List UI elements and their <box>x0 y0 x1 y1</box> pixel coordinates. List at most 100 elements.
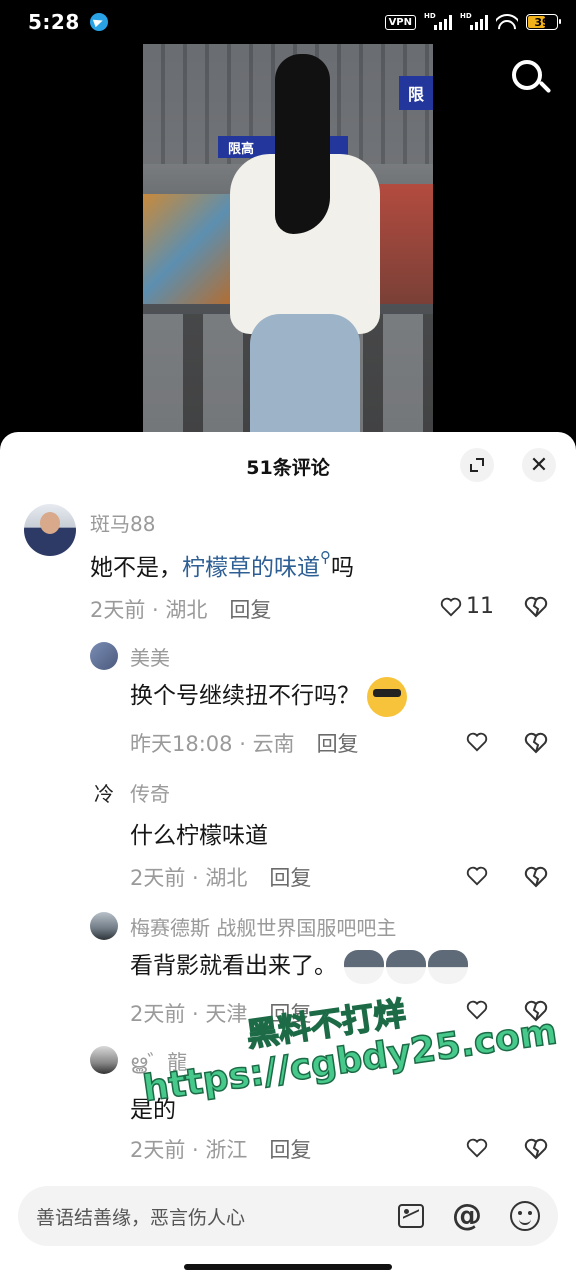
video-player[interactable]: 限高 限 <box>0 44 576 444</box>
comment-time: 2天前 <box>130 1002 186 1026</box>
comment-time: 2天前 <box>90 598 146 622</box>
heart-icon <box>466 1000 488 1020</box>
emoji-icon[interactable] <box>510 1201 540 1231</box>
status-indicators: VPN HD HD 39 <box>384 12 561 30</box>
keyword-search-icon: ⚲ <box>320 548 331 566</box>
husky-emoji-icon <box>386 949 427 984</box>
vpn-badge: VPN <box>384 14 416 30</box>
video-wall-left <box>143 194 233 304</box>
avatar[interactable] <box>90 912 118 940</box>
comment-text-suffix: 吗 <box>331 555 354 581</box>
comment-meta: 2天前 · 湖北 回复 <box>130 866 312 890</box>
comment-text: 她不是，柠檬草的味道⚲吗 <box>90 548 354 582</box>
comment-meta: 2天前 · 天津 回复 <box>130 1002 312 1026</box>
reply-item: 美美 换个号继续扭不行吗？ 昨天18:08 · 云南 回复 <box>0 640 576 770</box>
video-person <box>225 54 385 434</box>
heart-icon <box>466 866 488 886</box>
comment-location: 湖北 <box>205 866 248 890</box>
status-bar: 5:28 VPN HD HD 39 <box>0 0 576 44</box>
comment-location: 湖北 <box>165 598 208 622</box>
comment-input[interactable]: 善语结善缘，恶言伤人心 <box>36 1203 370 1230</box>
sheet-header: 51条评论 ✕ <box>0 432 576 500</box>
reply-button[interactable]: 回复 <box>229 598 271 622</box>
comment-username[interactable]: 传奇 <box>130 778 170 807</box>
close-button[interactable]: ✕ <box>522 448 556 482</box>
like-count: 11 <box>466 594 494 619</box>
comment-username[interactable]: 梅赛德斯 战舰世界国服吧吧主 <box>130 912 396 941</box>
reply-button[interactable]: 回复 <box>269 866 311 890</box>
comment-text-prefix: 她不是， <box>90 555 182 581</box>
reply-text: 换个号继续扭不行吗？ <box>130 683 360 709</box>
heart-icon <box>466 732 488 752</box>
dislike-icon[interactable] <box>524 1138 548 1160</box>
status-time: 5:28 <box>28 10 80 34</box>
expand-button[interactable] <box>460 448 494 482</box>
battery-level: 39 <box>534 15 550 29</box>
keyword-link-text: 柠檬草的味道 <box>182 555 320 581</box>
comment-location: 天津 <box>205 1002 248 1026</box>
video-sign-2: 限 <box>399 76 433 110</box>
comment-list[interactable]: 斑马88 她不是，柠檬草的味道⚲吗 2天前 · 湖北 回复 11 美美 换个号继… <box>0 500 576 1180</box>
comment-text: 什么柠檬味道 <box>130 823 268 849</box>
wifi-icon <box>496 14 518 30</box>
comment-time: 2天前 <box>130 1138 186 1162</box>
dislike-icon[interactable] <box>524 732 548 754</box>
comment-location: 浙江 <box>205 1138 248 1162</box>
battery-icon: 39 <box>526 14 561 30</box>
like-button[interactable] <box>466 732 488 752</box>
comment-text: 换个号继续扭不行吗？ <box>130 676 408 717</box>
hd-label-2: HD <box>460 12 472 20</box>
comment-meta: 2天前 · 浙江 回复 <box>130 1138 312 1162</box>
like-button[interactable] <box>466 1000 488 1020</box>
comment-item: 斑马88 她不是，柠檬草的味道⚲吗 2天前 · 湖北 回复 11 <box>0 500 576 636</box>
reply-button[interactable]: 回复 <box>269 1138 311 1162</box>
like-button[interactable]: 11 <box>440 594 494 619</box>
comment-username[interactable]: 斑马88 <box>90 508 155 537</box>
comment-username[interactable]: 美美 <box>130 642 170 671</box>
dislike-icon[interactable] <box>524 1000 548 1022</box>
heart-icon <box>466 1138 488 1158</box>
close-icon: ✕ <box>529 452 549 478</box>
comment-meta: 昨天18:08 · 云南 回复 <box>130 732 359 756</box>
comment-meta: 2天前 · 湖北 回复 <box>90 598 272 622</box>
comment-text: 看背影就看出来了。 <box>130 946 470 984</box>
telegram-icon <box>89 13 108 31</box>
reply-item: 冷 传奇 什么柠檬味道 2天前 · 湖北 回复 <box>0 776 576 906</box>
husky-emoji-icon <box>428 949 469 984</box>
at-icon[interactable]: @ <box>452 1201 482 1231</box>
avatar-char: 冷 <box>94 781 114 806</box>
comment-input-bar[interactable]: 善语结善缘，恶言伤人心 @ <box>18 1186 558 1246</box>
reply-text: 看背影就看出来了。 <box>130 953 337 979</box>
avatar[interactable]: 冷 <box>90 778 118 806</box>
like-button[interactable] <box>466 1138 488 1158</box>
comment-text: 是的 <box>130 1097 176 1123</box>
comment-username[interactable]: ൠ゛龍 <box>130 1046 187 1075</box>
reply-button[interactable]: 回复 <box>317 732 359 756</box>
home-indicator[interactable] <box>184 1264 392 1270</box>
like-button[interactable] <box>466 866 488 886</box>
reply-item: 梅赛德斯 战舰世界国服吧吧主 看背影就看出来了。 2天前 · 天津 回复 <box>0 910 576 1040</box>
comment-keyword-link[interactable]: 柠檬草的味道⚲ <box>182 548 331 581</box>
comment-time: 昨天18:08 <box>130 732 233 756</box>
husky-emoji-icon <box>344 949 385 984</box>
comment-time: 2天前 <box>130 866 186 890</box>
hd-label-1: HD <box>424 12 436 20</box>
search-icon[interactable] <box>510 58 552 100</box>
heart-icon <box>440 597 462 617</box>
reply-item: ൠ゛龍 是的 2天前 · 浙江 回复 <box>0 1044 576 1174</box>
signal-icon-1: HD <box>424 12 452 30</box>
dislike-icon[interactable] <box>524 866 548 888</box>
sunglasses-emoji-icon <box>367 676 408 717</box>
image-icon[interactable] <box>398 1204 424 1228</box>
avatar[interactable] <box>24 504 76 556</box>
comment-sheet: 51条评论 ✕ 斑马88 她不是，柠檬草的味道⚲吗 2天前 · 湖北回复 11 <box>0 432 576 1280</box>
reply-button[interactable]: 回复 <box>269 1002 311 1026</box>
comment-location: 云南 <box>252 732 295 756</box>
signal-icon-2: HD <box>460 12 488 30</box>
dislike-icon[interactable] <box>524 596 548 618</box>
avatar[interactable] <box>90 642 118 670</box>
expand-icon <box>470 458 484 472</box>
avatar[interactable] <box>90 1046 118 1074</box>
comment-count-title: 51条评论 <box>246 456 330 479</box>
video-frame[interactable]: 限高 限 <box>143 44 433 434</box>
